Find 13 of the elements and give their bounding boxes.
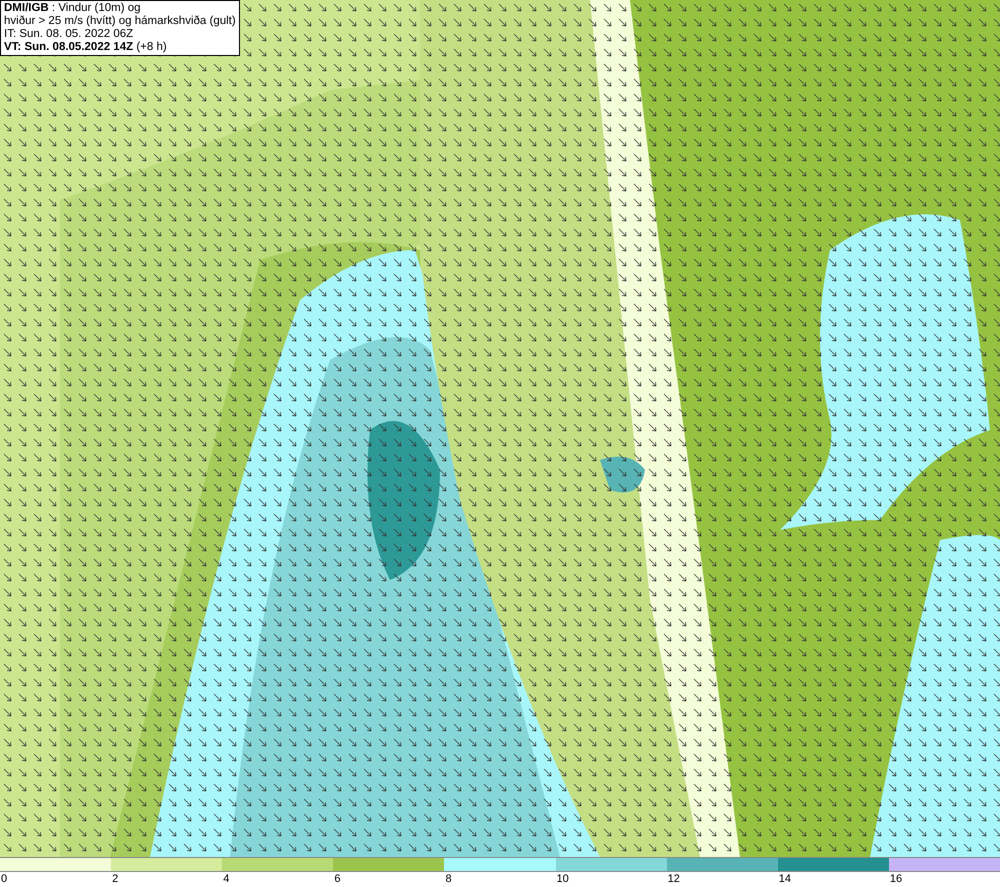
colorbar-tick-label: 10: [556, 873, 569, 885]
colorbar-tick-label: 8: [445, 873, 452, 885]
colorbar-tick-label: 2: [112, 873, 118, 885]
colorbar-tick-label: 14: [778, 873, 792, 885]
colorbar-tick-label: 12: [668, 873, 680, 885]
colorbar-tick-label: 0: [1, 873, 8, 885]
legend-text: VT: Sun. 08.05.2022 14Z (+8 h): [4, 41, 168, 54]
legend-text: IT: Sun. 08. 05. 2022 06Z: [4, 28, 134, 41]
colorbar-tick-label: 6: [334, 873, 340, 885]
colorbar-tick-label: 16: [890, 873, 902, 885]
legend-text: hviður > 25 m/s (hvítt) og hámarkshviða (gult): [4, 15, 236, 28]
legend-text: DMI/IGB : Vindur (10m) og: [4, 2, 142, 15]
colorbar-tick-label: 4: [223, 873, 230, 885]
